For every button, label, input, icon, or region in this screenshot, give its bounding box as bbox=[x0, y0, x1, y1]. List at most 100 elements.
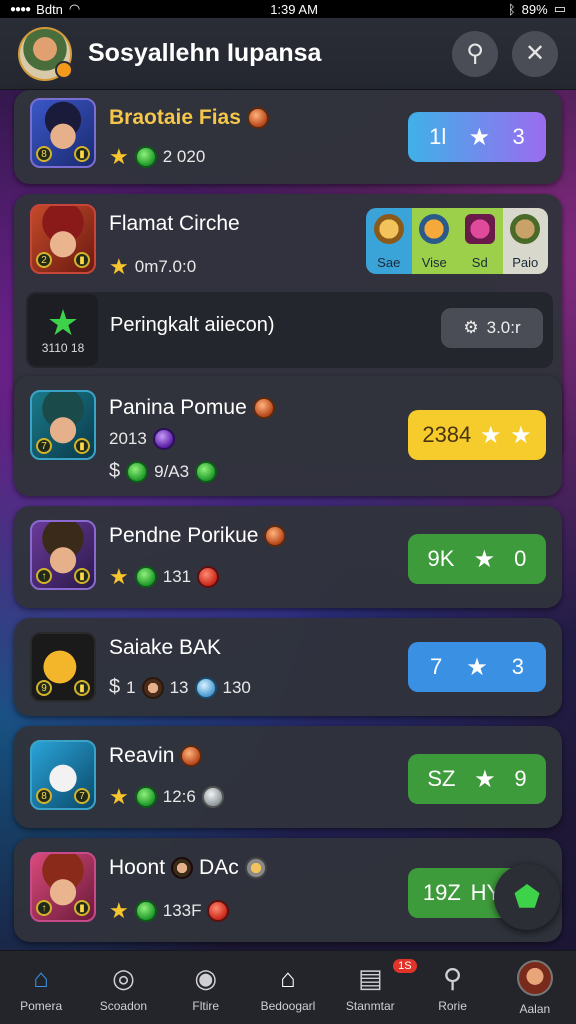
tab-search[interactable]: ◎ Scoadon bbox=[82, 951, 164, 1024]
player-avatar: 8 7 bbox=[30, 740, 96, 810]
potion-icon bbox=[510, 214, 541, 244]
gem-icon bbox=[134, 786, 157, 808]
ranking-icon-box: ★ 3110 18 bbox=[28, 294, 98, 366]
heart-badge-icon bbox=[464, 214, 495, 244]
profile-avatar[interactable] bbox=[18, 26, 73, 81]
gem-icon bbox=[134, 900, 157, 922]
rank-badge-icon: 8 bbox=[36, 788, 52, 804]
trophy-icon: ▮ bbox=[74, 680, 90, 696]
compass-icon: ◎ bbox=[112, 962, 135, 993]
ranking-icon-label: 3110 18 bbox=[41, 341, 85, 355]
gear-icon bbox=[244, 857, 267, 880]
player-avatar: ↑ ▮ bbox=[30, 520, 96, 590]
star-icon: ★ bbox=[510, 421, 532, 449]
trophy-icon: ▮ bbox=[74, 438, 90, 454]
gem-icon bbox=[194, 676, 217, 699]
player-name: Reavin bbox=[109, 744, 175, 767]
close-button[interactable]: ✕ bbox=[512, 30, 558, 77]
player-avatar: 7 ▮ bbox=[30, 390, 96, 460]
gem-icon bbox=[152, 428, 175, 450]
settings-button[interactable]: ⚙ 3.0:r bbox=[441, 308, 543, 348]
tab-label: Rorie bbox=[438, 998, 467, 1013]
avatar-icon bbox=[141, 676, 164, 699]
reward-item[interactable]: Sd bbox=[457, 208, 503, 274]
floating-action-button[interactable]: ⬟ bbox=[494, 864, 560, 930]
gem-icon bbox=[195, 460, 218, 483]
trophy-icon: ▮ bbox=[74, 900, 90, 916]
avatar-badge bbox=[55, 60, 73, 79]
bluetooth-icon: ᛒ bbox=[507, 1, 516, 17]
score-pill[interactable]: 1l ★ 3 bbox=[408, 112, 546, 162]
trophy-icon: ▮ bbox=[74, 252, 90, 268]
gem-icon bbox=[134, 146, 157, 168]
reward-item[interactable]: Sae bbox=[366, 208, 412, 274]
score-pill[interactable]: 7 ★ 3 bbox=[408, 642, 546, 692]
gear-icon: ⚙ bbox=[463, 318, 479, 337]
player-tag: DAc bbox=[199, 856, 239, 879]
gem-icon bbox=[134, 566, 157, 588]
pill-right-value: 0 bbox=[514, 546, 527, 571]
pill-left-value: 7 bbox=[429, 654, 443, 679]
player-avatar: ↑ ▮ bbox=[30, 852, 96, 922]
rank-badge-icon: ↑ bbox=[36, 568, 52, 584]
list-item[interactable]: 7 ▮ Panina Pomue 2013 $9/A3 2384 ★ ★ bbox=[14, 376, 562, 496]
tab-dashboard[interactable]: ⌂ Bedoogarl bbox=[247, 951, 329, 1024]
star-icon: ★ bbox=[109, 784, 129, 809]
list-item[interactable]: ↑ ▮ Hoont DAc ★ 133F 19Z HY bbox=[14, 838, 562, 942]
pill-left-value: 2384 bbox=[422, 422, 472, 447]
tab-home[interactable]: ⌂ Pomera bbox=[0, 951, 82, 1024]
coin-icon bbox=[246, 107, 269, 130]
tab-filter[interactable]: ◉ Fltire bbox=[165, 951, 247, 1024]
tab-stats[interactable]: ▤ 1S Stanmtar bbox=[329, 951, 417, 1024]
tab-label: Aalan bbox=[519, 1001, 551, 1016]
tab-find[interactable]: ⚲ Rorie bbox=[411, 951, 493, 1024]
player-name: Pendne Porikue bbox=[109, 524, 259, 547]
home-icon: ⌂ bbox=[280, 962, 296, 993]
score-pill[interactable]: SZ ★ 9 bbox=[408, 754, 546, 804]
score-pill[interactable]: 2384 ★ ★ bbox=[408, 410, 546, 460]
reward-label: Vise bbox=[421, 255, 447, 270]
score-pill[interactable]: 9K ★ 0 bbox=[408, 534, 546, 584]
player-score: 0m7.0:0 bbox=[134, 257, 197, 276]
app-header: Sosyallehn Iupansa ⚲ ✕ bbox=[0, 18, 576, 90]
player-name: Saiake BAK bbox=[109, 636, 222, 659]
medal-icon bbox=[373, 214, 404, 244]
battery-icon: ▭ bbox=[553, 1, 566, 16]
search-icon: ⚲ bbox=[466, 40, 484, 67]
coin-icon bbox=[264, 525, 287, 548]
reward-label: Sd bbox=[471, 255, 488, 270]
rank-badge-icon: ↑ bbox=[36, 900, 52, 916]
star-icon: ★ bbox=[468, 123, 491, 151]
gem-icon bbox=[207, 900, 230, 922]
tab-profile[interactable]: Aalan bbox=[494, 951, 576, 1024]
reward-item[interactable]: Vise bbox=[411, 208, 457, 274]
player-avatar: 8 ▮ bbox=[30, 98, 96, 168]
list-item[interactable]: 8 ▮ Braotaie Fias ★ 2 020 1l ★ 3 bbox=[14, 90, 562, 184]
reward-label: Sae bbox=[377, 255, 401, 270]
trophy-icon: ▮ bbox=[74, 568, 90, 584]
list-item[interactable]: 9 ▮ Saiake BAK $1 13 130 7 ★ 3 bbox=[14, 618, 562, 716]
chart-icon: ▤ bbox=[357, 962, 383, 993]
rewards-strip: Sae Vise Sd Paio bbox=[366, 208, 548, 274]
player-name: Panina Pomue bbox=[109, 396, 247, 419]
pill-left-value: 1l bbox=[429, 124, 447, 149]
rank-badge-icon: 8 bbox=[36, 146, 52, 162]
player-year: 2013 bbox=[109, 429, 147, 448]
star-icon: ★ bbox=[46, 302, 80, 343]
pill-left-value: 19Z bbox=[422, 880, 461, 905]
star-icon: ★ bbox=[473, 545, 496, 573]
player-score: 2 020 bbox=[162, 147, 206, 166]
reward-item[interactable]: Paio bbox=[502, 208, 548, 274]
search-button[interactable]: ⚲ bbox=[452, 30, 498, 77]
list-item[interactable]: 8 7 Reavin ★ 12:6 SZ ★ 9 bbox=[14, 726, 562, 828]
gem-icon bbox=[197, 566, 220, 588]
reward-label: Paio bbox=[512, 255, 539, 270]
star-icon: ★ bbox=[479, 421, 502, 449]
trophy-icon: ▮ bbox=[74, 146, 90, 162]
list-item[interactable]: ↑ ▮ Pendne Porikue ★ 131 9K ★ 0 bbox=[14, 506, 562, 608]
avatar bbox=[516, 959, 553, 996]
star-icon: ★ bbox=[109, 898, 129, 923]
tab-label: Stanmtar bbox=[345, 998, 395, 1013]
coin-icon bbox=[252, 397, 275, 420]
coin-icon bbox=[180, 745, 203, 768]
